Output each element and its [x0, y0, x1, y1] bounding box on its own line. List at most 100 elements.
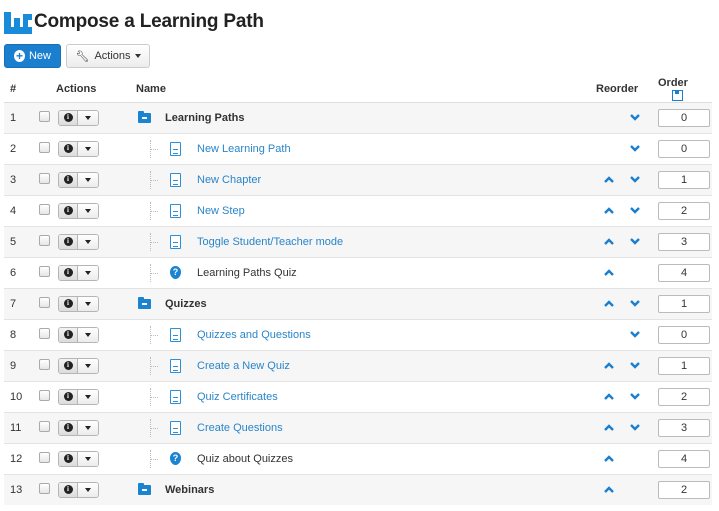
- info-button[interactable]: i: [59, 451, 78, 466]
- row-actions-group: i: [58, 171, 99, 188]
- move-up-button[interactable]: [596, 424, 622, 431]
- order-input[interactable]: [658, 449, 710, 468]
- row-checkbox[interactable]: [39, 327, 50, 339]
- row-checkbox[interactable]: [39, 420, 50, 432]
- move-up-button[interactable]: [596, 176, 622, 183]
- move-down-button[interactable]: [622, 331, 648, 338]
- header-order: Order: [658, 77, 712, 103]
- move-down-button[interactable]: [622, 238, 648, 245]
- row-actions-dropdown[interactable]: [78, 482, 98, 497]
- move-down-button[interactable]: [622, 207, 648, 214]
- row-name[interactable]: Quizzes and Questions: [197, 329, 311, 341]
- order-input[interactable]: [658, 139, 710, 158]
- document-icon: [170, 389, 181, 404]
- move-up-button[interactable]: [596, 269, 622, 276]
- table-row: 6 i? Learning Paths Quiz: [4, 256, 712, 288]
- row-actions-dropdown[interactable]: [78, 203, 98, 218]
- info-button[interactable]: i: [59, 203, 78, 218]
- move-up-button[interactable]: [596, 455, 622, 462]
- row-actions-dropdown[interactable]: [78, 110, 98, 125]
- row-checkbox[interactable]: [39, 110, 50, 122]
- order-input[interactable]: [658, 170, 710, 189]
- row-checkbox[interactable]: [39, 141, 50, 153]
- move-up-button[interactable]: [596, 207, 622, 214]
- order-input[interactable]: [658, 418, 710, 437]
- order-input[interactable]: [658, 387, 710, 406]
- order-input[interactable]: [658, 356, 710, 375]
- row-actions-dropdown[interactable]: [78, 420, 98, 435]
- move-down-button[interactable]: [622, 424, 648, 431]
- row-checkbox[interactable]: [39, 234, 50, 246]
- row-checkbox[interactable]: [39, 203, 50, 215]
- order-input[interactable]: [658, 480, 710, 499]
- caret-down-icon: [85, 270, 91, 275]
- tree-connector: [150, 418, 160, 437]
- move-up-button[interactable]: [596, 238, 622, 245]
- move-down-button[interactable]: [622, 176, 648, 183]
- row-checkbox[interactable]: [39, 482, 50, 494]
- row-actions-dropdown[interactable]: [78, 358, 98, 373]
- info-button[interactable]: i: [59, 265, 78, 280]
- folder-icon[interactable]: [138, 482, 151, 495]
- row-actions-dropdown[interactable]: [78, 389, 98, 404]
- row-name[interactable]: New Step: [197, 205, 245, 217]
- row-name[interactable]: New Chapter: [197, 174, 261, 186]
- row-checkbox[interactable]: [39, 358, 50, 370]
- info-button[interactable]: i: [59, 358, 78, 373]
- move-down-button[interactable]: [622, 362, 648, 369]
- row-actions-dropdown[interactable]: [78, 234, 98, 249]
- row-checkbox[interactable]: [39, 451, 50, 463]
- info-button[interactable]: i: [59, 234, 78, 249]
- caret-down-icon: [85, 425, 91, 430]
- move-down-button[interactable]: [622, 393, 648, 400]
- info-button[interactable]: i: [59, 110, 78, 125]
- save-order-icon[interactable]: [672, 89, 683, 101]
- row-name[interactable]: Quiz Certificates: [197, 391, 278, 403]
- folder-icon[interactable]: [138, 110, 151, 123]
- info-button[interactable]: i: [59, 389, 78, 404]
- row-checkbox[interactable]: [39, 296, 50, 308]
- row-actions-dropdown[interactable]: [78, 296, 98, 311]
- info-button[interactable]: i: [59, 327, 78, 342]
- order-input[interactable]: [658, 294, 710, 313]
- move-up-button[interactable]: [596, 486, 622, 494]
- tree-connector: [150, 356, 160, 375]
- move-up-button[interactable]: [596, 393, 622, 400]
- move-down-button[interactable]: [622, 114, 648, 121]
- info-icon: i: [63, 144, 73, 153]
- move-up-button[interactable]: [596, 300, 622, 307]
- row-name[interactable]: Create Questions: [197, 422, 283, 434]
- order-input[interactable]: [658, 232, 710, 251]
- info-button[interactable]: i: [59, 420, 78, 435]
- folder-icon[interactable]: [138, 296, 151, 309]
- row-name[interactable]: Toggle Student/Teacher mode: [197, 236, 343, 248]
- app-logo-icon: [4, 10, 32, 34]
- row-checkbox[interactable]: [39, 172, 50, 184]
- row-actions-dropdown[interactable]: [78, 265, 98, 280]
- page-title: Compose a Learning Path: [34, 11, 264, 32]
- move-up-button[interactable]: [596, 362, 622, 369]
- info-button[interactable]: i: [59, 296, 78, 311]
- order-input[interactable]: [658, 108, 710, 127]
- row-name[interactable]: Create a New Quiz: [197, 360, 290, 372]
- order-input[interactable]: [658, 201, 710, 220]
- row-actions-dropdown[interactable]: [78, 451, 98, 466]
- info-button[interactable]: i: [59, 141, 78, 156]
- row-actions-dropdown[interactable]: [78, 327, 98, 342]
- row-name[interactable]: New Learning Path: [197, 143, 291, 155]
- row-actions-dropdown[interactable]: [78, 141, 98, 156]
- header-number: #: [4, 77, 32, 103]
- order-input[interactable]: [658, 263, 710, 282]
- row-checkbox[interactable]: [39, 265, 50, 277]
- new-button[interactable]: + New: [4, 44, 61, 68]
- move-down-button[interactable]: [622, 145, 648, 152]
- order-input[interactable]: [658, 325, 710, 344]
- move-down-button[interactable]: [622, 300, 648, 307]
- info-icon: i: [63, 361, 73, 370]
- header-order-label: Order: [658, 77, 688, 90]
- info-button[interactable]: i: [59, 172, 78, 187]
- info-button[interactable]: i: [59, 482, 78, 497]
- row-checkbox[interactable]: [39, 389, 50, 401]
- row-actions-dropdown[interactable]: [78, 172, 98, 187]
- actions-dropdown-button[interactable]: 🔧︎ Actions: [66, 44, 150, 68]
